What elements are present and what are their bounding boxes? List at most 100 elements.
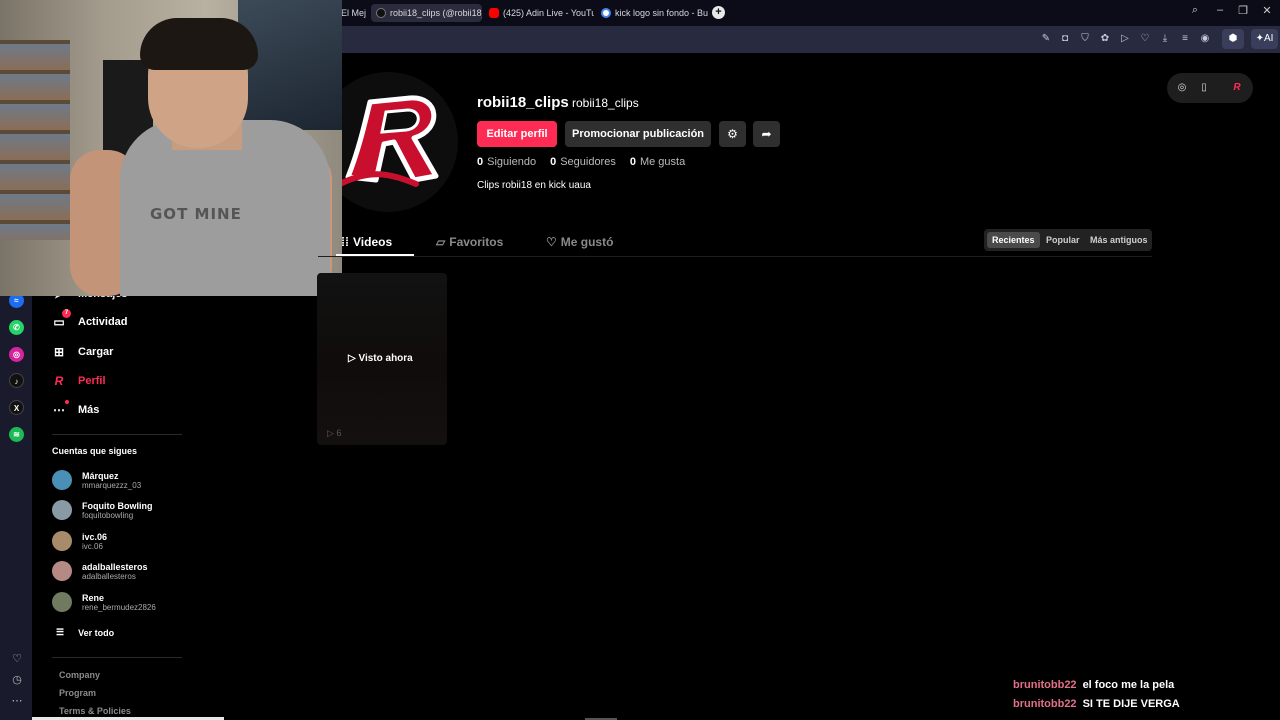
edit-profile-button[interactable]: Editar perfil — [477, 121, 557, 147]
tiktok-icon[interactable]: ♪ — [9, 373, 24, 388]
following-handle: mmarquezzz_03 — [82, 480, 142, 490]
tab-title: kick logo sin fondo - Busc — [615, 8, 708, 18]
settings-gear-icon[interactable]: ⚙ — [719, 121, 746, 147]
heart-icon: ♡ — [546, 235, 557, 249]
camera-icon[interactable]: ◘ — [1058, 32, 1072, 46]
avatar — [52, 500, 72, 520]
profile-bio: Clips robii18 en kick uaua — [477, 180, 591, 191]
sort-popular[interactable]: Popular — [1041, 232, 1085, 248]
profile-icon: R — [54, 374, 64, 388]
notification-badge: 7 — [62, 309, 71, 318]
list-icon: ☰ — [56, 627, 65, 637]
divider — [52, 657, 182, 658]
new-tab-button[interactable]: + — [712, 6, 725, 19]
close-icon[interactable]: ✕ — [1258, 4, 1276, 17]
ai-button[interactable]: ✦AI — [1251, 29, 1278, 49]
following-name: Márquez — [82, 470, 119, 481]
tab-title: (425) Adin Live - YouTube — [503, 8, 594, 18]
promote-button[interactable]: Promocionar publicación — [565, 121, 711, 147]
following-name: ivc.06 — [82, 531, 108, 542]
chat-message: brunitobb22 el foco me la pela — [1013, 679, 1175, 691]
stat-likes: 0 Me gusta — [629, 156, 686, 168]
footer-link-program[interactable]: Program — [59, 688, 96, 698]
chat-message: brunitobb22 SI TE DIJE VERGA — [1013, 698, 1180, 710]
tab-favorites[interactable]: ▱ Favoritos — [436, 235, 503, 249]
user-avatar-icon[interactable]: R — [1230, 81, 1244, 95]
following-name: adalballesteros — [82, 561, 148, 572]
upload-icon: ⊞ — [53, 345, 65, 359]
menu-icon[interactable]: ≡ — [1178, 32, 1192, 46]
ai-label: AI — [1263, 33, 1274, 44]
more-icon: ⋯ — [52, 400, 69, 417]
play-icon[interactable]: ▷ — [1118, 32, 1132, 46]
sort-recent[interactable]: Recientes — [987, 232, 1040, 248]
avatar — [52, 592, 72, 612]
instagram-icon[interactable]: ◎ — [9, 347, 24, 362]
following-item[interactable]: Rene rene_bermudez2826 — [52, 592, 156, 612]
more-icon[interactable]: ⋯ — [10, 694, 24, 707]
avatar — [52, 561, 72, 581]
spotify-icon[interactable]: ≋ — [9, 427, 24, 442]
nav-label: Cargar — [78, 346, 114, 358]
following-handle: ivc.06 — [82, 541, 103, 551]
youtube-favicon-icon — [489, 8, 499, 18]
nav-label: Actividad — [78, 316, 128, 328]
grid-icon: ⁞⁞ — [341, 235, 349, 249]
following-name: Foquito Bowling — [82, 500, 153, 511]
following-item[interactable]: ivc.06 ivc.06 — [52, 531, 107, 551]
screen: El Mej robii18_clips (@robii18_cl (425) … — [0, 0, 1280, 720]
footer-link-terms[interactable]: Terms & Policies — [59, 706, 131, 716]
minimize-icon[interactable]: – — [1211, 4, 1229, 16]
sort-oldest[interactable]: Más antiguos — [1085, 232, 1153, 248]
tab-videos[interactable]: ⁞⁞ Videos — [341, 235, 392, 249]
account-icon[interactable]: ◉ — [1198, 32, 1212, 46]
following-item[interactable]: Márquez mmarquezzz_03 — [52, 470, 141, 490]
share-icon[interactable]: ➦ — [753, 121, 780, 147]
compass-icon[interactable]: ◎ — [1175, 81, 1189, 95]
browser-tab[interactable]: (425) Adin Live - YouTube — [484, 4, 594, 22]
shield-icon[interactable]: ⛉ — [1078, 32, 1092, 46]
whatsapp-icon[interactable]: ✆ — [9, 320, 24, 335]
following-handle: foquitobowling — [82, 510, 134, 520]
see-all-link[interactable]: ☰ Ver todo — [56, 627, 114, 638]
browser-tab-active[interactable]: robii18_clips (@robii18_cl — [371, 4, 482, 22]
activity-icon: ▭ 7 — [52, 309, 71, 329]
bookmark-icon: ▱ — [436, 235, 446, 249]
profile-username: robii18_clips — [477, 94, 569, 111]
see-all-label: Ver todo — [78, 627, 115, 638]
stat-followers[interactable]: 0 Seguidores — [550, 156, 616, 168]
tiktok-favicon-icon — [376, 8, 386, 18]
tab-liked[interactable]: ♡ Me gustó — [546, 235, 613, 249]
nav-item-more[interactable]: ⋯ Más — [52, 400, 100, 417]
following-name: Rene — [82, 592, 105, 603]
nav-item-profile[interactable]: R Perfil — [52, 374, 106, 388]
watched-now-label: ▷ Visto ahora — [348, 353, 413, 364]
favorites-icon[interactable]: ♡ — [10, 652, 24, 665]
divider — [52, 434, 182, 435]
restore-icon[interactable]: ❐ — [1234, 4, 1252, 17]
extension-icon[interactable]: ✿ — [1098, 32, 1112, 46]
profile-handle: robii18_clips — [572, 96, 639, 110]
nav-label: Más — [78, 404, 100, 416]
heart-icon[interactable]: ♡ — [1138, 32, 1152, 46]
nav-item-upload[interactable]: ⊞ Cargar — [52, 345, 114, 359]
stat-following[interactable]: 0 Siguiendo — [477, 156, 536, 168]
avatar — [52, 470, 72, 490]
webcam-overlay: GOT MINE — [0, 0, 342, 296]
mobile-icon[interactable]: ▯ — [1197, 81, 1211, 95]
notification-dot — [65, 400, 69, 404]
x-icon[interactable]: X — [9, 400, 24, 415]
following-item[interactable]: adalballesteros adalballesteros — [52, 561, 148, 581]
edit-icon[interactable]: ✎ — [1039, 32, 1053, 46]
following-handle: adalballesteros — [82, 571, 136, 581]
search-tabs-icon[interactable]: ⌕ — [1186, 4, 1204, 17]
history-icon[interactable]: ◷ — [10, 673, 24, 686]
webcam-shirt-text: GOT MINE — [150, 205, 242, 223]
footer-link-company[interactable]: Company — [59, 670, 100, 680]
cube-icon[interactable]: ⬢ — [1222, 29, 1244, 49]
nav-item-activity[interactable]: ▭ 7 Actividad — [52, 309, 128, 329]
download-icon[interactable]: ⤓ — [1158, 32, 1172, 46]
browser-tab[interactable]: kick logo sin fondo - Busc — [596, 4, 708, 22]
tab-title: El Mej — [341, 8, 367, 18]
following-item[interactable]: Foquito Bowling foquitobowling — [52, 500, 152, 520]
